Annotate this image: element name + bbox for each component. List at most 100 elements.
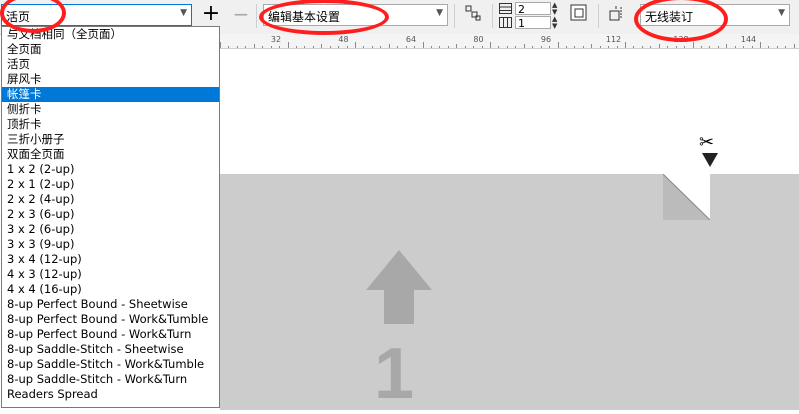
ruler-tick [490, 42, 491, 48]
layout-option[interactable]: 8-up Perfect Bound - Work&Turn [2, 327, 219, 342]
cut-marker-icon [702, 153, 718, 167]
scissors-icon[interactable]: ✂ [699, 134, 714, 152]
ruler-tick [667, 46, 668, 48]
ruler-tick [473, 46, 474, 48]
layout-option[interactable]: 侧折卡 [2, 102, 219, 117]
ruler-tick [558, 42, 559, 48]
ruler-tick [532, 46, 533, 48]
layout-option[interactable]: 8-up Perfect Bound - Sheetwise [2, 297, 219, 312]
layout-option[interactable]: 2 x 3 (6-up) [2, 207, 219, 222]
rows-icon [499, 3, 512, 14]
ruler-tick [296, 46, 297, 48]
layout-option[interactable]: 活页 [2, 57, 219, 72]
layout-option[interactable]: 全页面 [2, 42, 219, 57]
layout-option[interactable]: 8-up Perfect Bound - Work&Tumble [2, 312, 219, 327]
ruler-tick [482, 46, 483, 48]
ruler-label: 96 [540, 35, 552, 44]
toolbar-divider [256, 4, 257, 28]
layout-option[interactable]: 8-up Saddle-Stitch - Work&Turn [2, 372, 219, 387]
layout-option[interactable]: 三折小册子 [2, 132, 219, 147]
layout-option[interactable]: 帐篷卡 [2, 87, 219, 102]
ruler-tick [541, 46, 542, 48]
page-fold [663, 174, 710, 220]
layout-option[interactable]: 3 x 2 (6-up) [2, 222, 219, 237]
rows-value: 2 [518, 3, 525, 16]
ruler-tick [524, 44, 525, 48]
plus-icon[interactable]: + [200, 3, 222, 26]
ruler-tick [254, 44, 255, 48]
cols-stepper[interactable]: 1 [515, 16, 551, 30]
ruler-tick [515, 46, 516, 48]
layout-option[interactable]: 与文档相同（全页面） [2, 27, 219, 42]
ruler-tick [642, 46, 643, 48]
layout-option[interactable]: Readers Spread [2, 387, 219, 402]
ruler-tick [701, 46, 702, 48]
ruler-tick [633, 46, 634, 48]
spinner-arrows[interactable]: ▲ ▼ ▲ ▼ [552, 2, 557, 30]
layout-grid-icon[interactable] [462, 4, 484, 26]
ruler-tick [600, 46, 601, 48]
horizontal-ruler: 32 48 64 80 96 112 128 144 [220, 34, 799, 49]
layout-option[interactable]: 双面全页面 [2, 147, 219, 162]
ruler-tick [330, 46, 331, 48]
ruler-tick [228, 46, 229, 48]
ruler-tick [659, 44, 660, 48]
ruler-tick [363, 46, 364, 48]
layout-option[interactable]: 屏风卡 [2, 72, 219, 87]
ruler-tick [591, 44, 592, 48]
copy-icon[interactable] [568, 3, 590, 25]
ruler-tick [245, 46, 246, 48]
chevron-down-icon: ▼ [778, 8, 785, 18]
layout-option[interactable]: 2 x 2 (4-up) [2, 192, 219, 207]
ruler-tick [397, 46, 398, 48]
page-number: 1 [374, 334, 415, 414]
ruler-tick [718, 46, 719, 48]
ruler-label: 48 [338, 35, 349, 44]
ruler-tick [709, 46, 710, 48]
ruler-tick [735, 46, 736, 48]
ruler-tick [507, 46, 508, 48]
page-right [710, 174, 799, 410]
ruler-label: 144 [740, 35, 757, 44]
ruler-label: 128 [673, 35, 689, 44]
toolbar-divider [454, 4, 455, 28]
layout-option[interactable]: 2 x 1 (2-up) [2, 177, 219, 192]
ruler-tick [752, 46, 753, 48]
cols-value: 1 [518, 17, 525, 30]
ruler-tick [760, 42, 761, 48]
minus-icon[interactable]: − [230, 4, 252, 26]
ruler-tick [406, 46, 407, 48]
layout-option[interactable]: 顶折卡 [2, 117, 219, 132]
layout-option[interactable]: 1 x 2 (2-up) [2, 162, 219, 177]
layout-select[interactable]: 活页 ▼ [1, 4, 192, 26]
ruler-label: 32 [270, 35, 282, 44]
ruler-tick [279, 46, 280, 48]
page-left: 1 [220, 174, 710, 410]
layout-option[interactable]: 3 x 4 (12-up) [2, 252, 219, 267]
layout-option[interactable]: 3 x 3 (9-up) [2, 237, 219, 252]
layout-dropdown-list[interactable]: 与文档相同（全页面） 全页面 活页 屏风卡 帐篷卡 侧折卡 顶折卡 三折小册子 双面全页面 1 x… [1, 26, 220, 408]
rows-stepper[interactable]: 2 [515, 2, 551, 16]
ruler-tick [262, 46, 263, 48]
ruler-tick [355, 42, 356, 48]
ruler-tick [498, 46, 499, 48]
binding-select[interactable]: 无线装订 ▼ [640, 4, 790, 26]
layout-select-value: 活页 [6, 10, 31, 24]
layout-option[interactable]: 4 x 3 (12-up) [2, 267, 219, 282]
binding-icon[interactable] [606, 4, 628, 26]
layout-option[interactable]: 8-up Saddle-Stitch - Work&Tumble [2, 357, 219, 372]
preset-select[interactable]: 编辑基本设置 ▼ [263, 4, 448, 26]
binding-select-value: 无线装订 [645, 10, 694, 24]
ruler-tick [431, 46, 432, 48]
ruler-tick [693, 42, 694, 48]
layout-option[interactable]: 8-up Saddle-Stitch - Sheetwise [2, 342, 219, 357]
layout-option[interactable]: 4 x 4 (16-up) [2, 282, 219, 297]
ruler-tick [768, 46, 769, 48]
ruler-tick [777, 46, 778, 48]
ruler-tick [372, 46, 373, 48]
ruler-label: 80 [473, 35, 484, 44]
toolbar-divider [598, 4, 599, 28]
ruler-tick [726, 44, 727, 48]
ruler-tick [465, 46, 466, 48]
ruler-label: 112 [605, 35, 622, 44]
